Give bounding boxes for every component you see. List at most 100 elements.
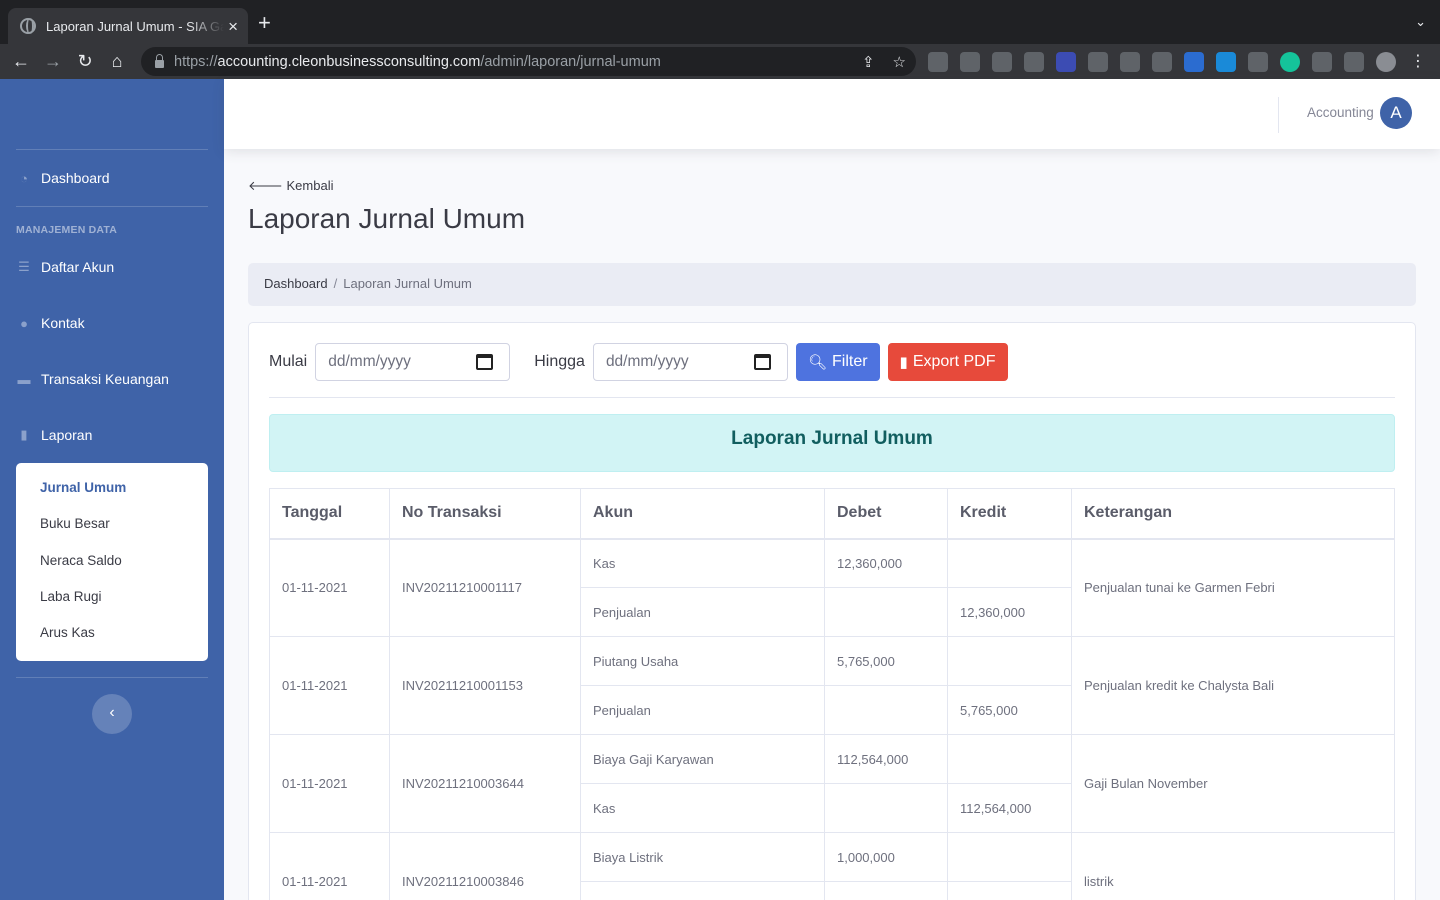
sidebar-toggle-button[interactable]: ‹ <box>92 694 132 734</box>
cell-kredit: 12,360,000 <box>947 587 1072 637</box>
user-name[interactable]: Accounting <box>1307 105 1374 120</box>
submenu-item-neraca-saldo[interactable]: Neraca Saldo <box>16 544 208 580</box>
column-header-keterangan[interactable]: Keterangan <box>1071 488 1395 540</box>
tab-close-button[interactable]: × <box>228 18 238 35</box>
sidebar-divider <box>16 677 208 678</box>
address-bar[interactable]: https://accounting.cleonbusinessconsulti… <box>141 47 916 76</box>
calendar-icon[interactable] <box>476 354 494 370</box>
extension-icon[interactable] <box>1024 52 1044 72</box>
extension-icon[interactable] <box>1056 52 1076 72</box>
submenu-item-buku-besar[interactable]: Buku Besar <box>16 507 208 543</box>
sidebar-item-label: Daftar Akun <box>41 259 115 275</box>
breadcrumb-separator: / <box>333 276 338 291</box>
extension-icon[interactable] <box>1216 52 1236 72</box>
arrow-left-icon: 🡐 <box>248 178 283 193</box>
sidebar-item-label: Transaksi Keuangan <box>41 371 169 387</box>
reload-button[interactable]: ↻ <box>69 51 101 72</box>
cell-akun: Piutang Usaha <box>580 636 825 686</box>
page-title: Laporan Jurnal Umum <box>248 203 526 234</box>
filter-button[interactable]: 🔍︎ Filter <box>795 343 880 381</box>
extension-icon[interactable] <box>1088 52 1108 72</box>
extension-icon[interactable] <box>928 52 948 72</box>
laporan-submenu: Jurnal Umum Buku Besar Neraca Saldo Laba… <box>16 463 208 661</box>
extension-icon[interactable] <box>1152 52 1172 72</box>
breadcrumb-current: Laporan Jurnal Umum <box>343 276 472 291</box>
file-icon: ▮ <box>20 427 28 442</box>
extension-icon[interactable] <box>1120 52 1140 72</box>
submenu-item-jurnal-umum[interactable]: Jurnal Umum <box>16 471 208 507</box>
browser-toolbar: ← → ↻ ⌂ https://accounting.cleonbusiness… <box>0 44 1440 79</box>
cell-tanggal: 01-11-2021 <box>269 832 390 900</box>
cell-akun: Kas <box>580 538 825 588</box>
back-button[interactable]: ← <box>5 51 37 72</box>
tab-title: Laporan Jurnal Umum - SIA Garmen <box>46 18 224 34</box>
end-date-input[interactable]: dd/mm/yyyy <box>592 343 788 381</box>
browser-tab-bar: Laporan Jurnal Umum - SIA Garmen × + ⌄ <box>0 0 1440 44</box>
topbar-divider <box>1278 97 1279 133</box>
search-icon: 🔍︎ <box>807 354 827 371</box>
cell-keterangan: Penjualan tunai ke Garmen Febri <box>1071 538 1395 637</box>
list-icon: ☰ <box>18 259 30 274</box>
column-header-akun[interactable]: Akun <box>580 488 825 540</box>
cell-keterangan: Penjualan kredit ke Chalysta Bali <box>1071 636 1395 735</box>
file-pdf-icon: ▮ <box>899 354 908 371</box>
cell-akun <box>580 881 825 900</box>
column-header-debet[interactable]: Debet <box>824 488 948 540</box>
report-card: Mulai dd/mm/yyyy Hingga dd/mm/yyyy 🔍︎ Fi… <box>248 322 1416 900</box>
cell-no-transaksi: INV20211210001153 <box>389 636 581 735</box>
browser-tab[interactable]: Laporan Jurnal Umum - SIA Garmen × <box>8 8 248 44</box>
cell-kredit <box>947 538 1072 588</box>
cell-no-transaksi: INV20211210003846 <box>389 832 581 900</box>
share-icon[interactable]: ⇪ <box>862 53 875 71</box>
cell-debet <box>824 685 948 735</box>
breadcrumb-home-link[interactable]: Dashboard <box>264 276 328 291</box>
filter-form: Mulai dd/mm/yyyy Hingga dd/mm/yyyy 🔍︎ Fi… <box>269 343 1008 381</box>
cell-kredit <box>947 636 1072 686</box>
cell-kredit <box>947 881 1072 900</box>
column-header-kredit[interactable]: Kredit <box>947 488 1072 540</box>
kebab-menu-icon[interactable]: ⋮ <box>1408 52 1428 72</box>
export-pdf-button[interactable]: ▮ Export PDF <box>887 343 1008 381</box>
bookmark-star-icon[interactable]: ☆ <box>893 53 906 71</box>
extension-icon[interactable] <box>960 52 980 72</box>
column-header-no-transaksi[interactable]: No Transaksi <box>389 488 581 540</box>
cell-debet <box>824 881 948 900</box>
submenu-item-laba-rugi[interactable]: Laba Rugi <box>16 580 208 616</box>
home-button[interactable]: ⌂ <box>101 51 133 72</box>
start-date-input[interactable]: dd/mm/yyyy <box>315 343 511 381</box>
cell-kredit: 5,765,000 <box>947 685 1072 735</box>
tab-search-button[interactable]: ⌄ <box>1415 14 1426 30</box>
start-date-label: Mulai <box>269 353 308 370</box>
sidebar-item-kontak[interactable]: ● Kontak <box>16 315 85 331</box>
sidebar-item-laporan[interactable]: ▮ Laporan <box>16 427 92 443</box>
sidepanel-icon[interactable] <box>1344 52 1364 72</box>
table-row: 01-11-2021 INV20211210003644 Biaya Gaji … <box>269 734 1395 833</box>
breadcrumb: Dashboard / Laporan Jurnal Umum <box>248 263 1416 306</box>
avatar[interactable]: A <box>1380 97 1412 129</box>
cell-akun: Penjualan <box>580 587 825 637</box>
extension-icon[interactable] <box>992 52 1012 72</box>
extension-icon[interactable] <box>1248 52 1268 72</box>
forward-button[interactable]: → <box>37 51 69 72</box>
cell-debet: 112,564,000 <box>824 734 948 784</box>
sidebar-item-transaksi-keuangan[interactable]: ▬ Transaksi Keuangan <box>16 371 169 387</box>
extension-icon[interactable] <box>1184 52 1204 72</box>
submenu-item-arus-kas[interactable]: Arus Kas <box>16 616 208 652</box>
journal-table: Tanggal No Transaksi Akun Debet Kredit K… <box>269 488 1395 900</box>
back-link[interactable]: 🡐 Kembali <box>248 178 333 194</box>
card-divider <box>269 397 1395 398</box>
cell-tanggal: 01-11-2021 <box>269 636 390 735</box>
calendar-icon[interactable] <box>753 354 771 370</box>
globe-icon <box>20 18 36 34</box>
column-header-tanggal[interactable]: Tanggal <box>269 488 390 540</box>
sidebar-item-dashboard[interactable]: ◔ Dashboard <box>16 170 109 186</box>
puzzle-icon[interactable] <box>1312 52 1332 72</box>
cell-keterangan: listrik <box>1071 832 1395 900</box>
new-tab-button[interactable]: + <box>258 12 271 34</box>
profile-avatar-icon[interactable] <box>1376 52 1396 72</box>
sidebar-item-daftar-akun[interactable]: ☰ Daftar Akun <box>16 259 114 275</box>
grammarly-icon[interactable] <box>1280 52 1300 72</box>
table-row: 01-11-2021 INV20211210001117 Kas 12,360,… <box>269 538 1395 637</box>
table-row: 01-11-2021 INV20211210001153 Piutang Usa… <box>269 636 1395 735</box>
sidebar-heading: MANAJEMEN DATA <box>16 224 117 236</box>
